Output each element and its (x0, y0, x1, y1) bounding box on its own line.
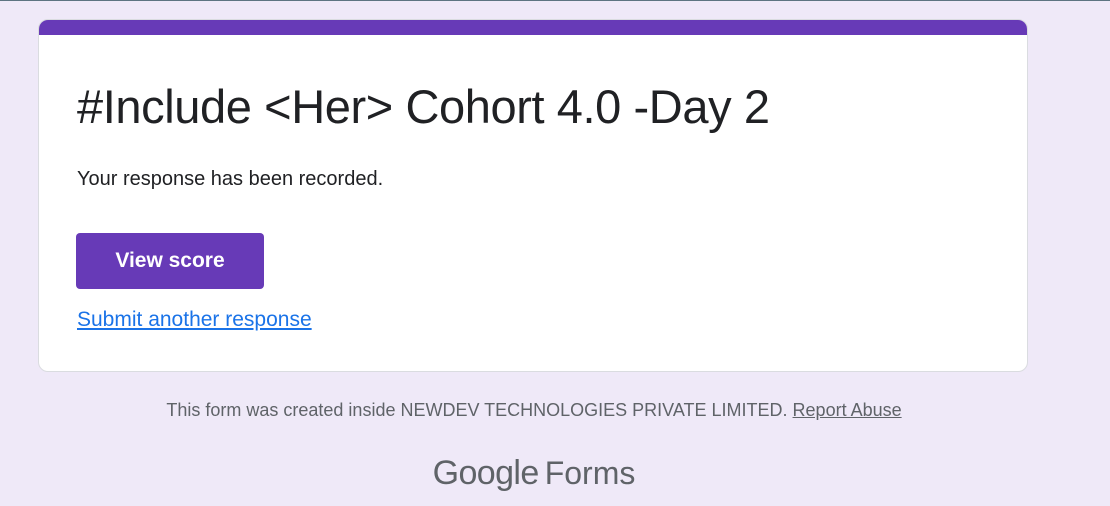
confirmation-message: Your response has been recorded. (77, 168, 384, 190)
form-title: #Include <Her> Cohort 4.0 -Day 2 (77, 80, 770, 133)
forms-wordmark: Forms (544, 455, 636, 491)
form-card-accent-bar (39, 20, 1027, 35)
window-top-border (0, 0, 1110, 1)
google-wordmark: Google (432, 454, 540, 492)
form-footer: This form was created inside NEWDEV TECH… (0, 398, 1068, 422)
google-forms-logo[interactable]: Google Forms (0, 451, 1068, 495)
view-score-button[interactable]: View score (76, 233, 264, 289)
created-inside-text: This form was created inside NEWDEV TECH… (166, 400, 788, 420)
report-abuse-link[interactable]: Report Abuse (793, 400, 902, 420)
form-card: #Include <Her> Cohort 4.0 -Day 2 Your re… (38, 19, 1028, 372)
submit-another-response-link[interactable]: Submit another response (77, 307, 312, 333)
